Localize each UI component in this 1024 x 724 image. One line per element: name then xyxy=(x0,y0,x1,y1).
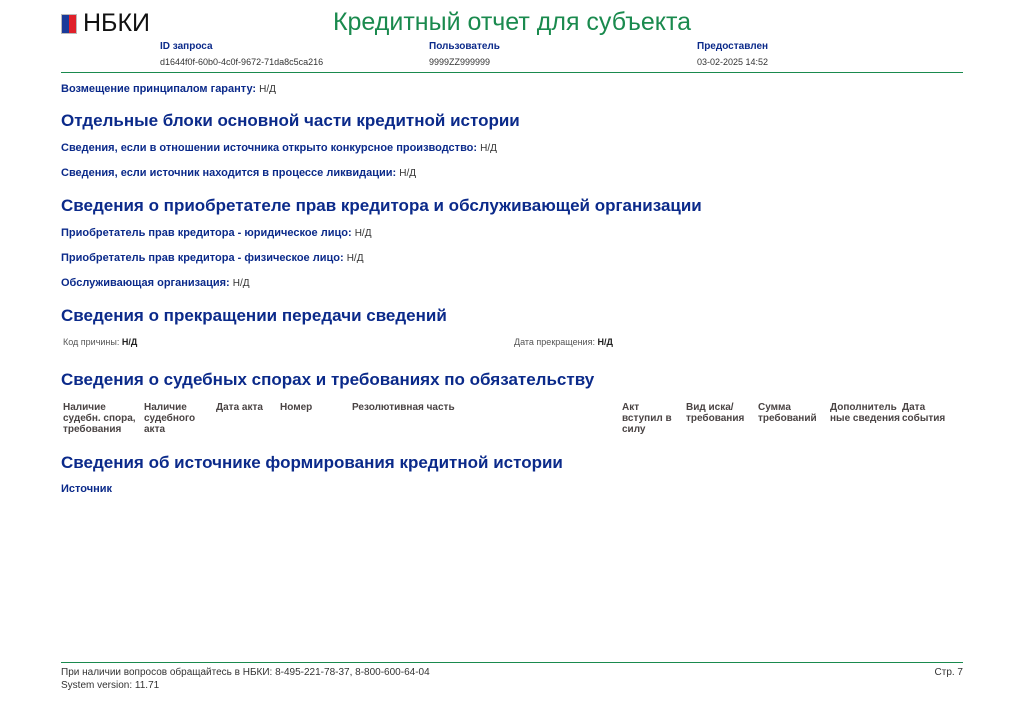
footer-divider xyxy=(61,662,963,663)
source-title: Сведения об источнике формирования креди… xyxy=(61,453,563,472)
page-number: Стр. 7 xyxy=(934,667,963,678)
source-label: Источник xyxy=(61,483,113,495)
court-col-header: Дата акта xyxy=(216,402,263,413)
system-version: System version: 11.71 xyxy=(61,680,160,691)
court-col-header: Сумма требований xyxy=(758,402,817,424)
request-id: d1644f0f-60b0-4c0f-9672-71da8c5ca216 xyxy=(160,57,324,67)
request-id-label: ID запроса xyxy=(160,41,213,52)
reason-field: Код причины: Н/Д xyxy=(63,337,138,347)
court-col-header: Наличие судебного акта xyxy=(144,402,196,435)
page-title: Кредитный отчет для субъекта xyxy=(332,8,692,36)
court-col-header: Дата события xyxy=(902,402,946,424)
provided: 03-02-2025 14:52 xyxy=(697,57,769,67)
provided-label: Предоставлен xyxy=(697,41,769,52)
court-title: Сведения о судебных спорах и требованиях… xyxy=(61,370,595,389)
termination-date-field: Дата прекращения: Н/Д xyxy=(514,337,613,347)
servicer-field: Обслуживающая организация: Н/Д xyxy=(61,277,250,289)
court-col-header: Вид иска/ требования xyxy=(686,402,745,424)
acquirer-legal-field: Приобретатель прав кредитора - юридическ… xyxy=(61,227,372,239)
guarantor-field: Возмещение принципалом гаранту: Н/Д xyxy=(61,83,276,95)
acquirer-person-field: Приобретатель прав кредитора - физическо… xyxy=(61,252,364,264)
court-col-header: Номер xyxy=(280,402,313,413)
header-divider xyxy=(61,72,963,73)
liquidation-field: Сведения, если источник находится в проц… xyxy=(61,167,417,179)
court-col-header: Наличие судебн. спора, требования xyxy=(63,402,136,435)
bankruptcy-field: Сведения, если в отношении источника отк… xyxy=(61,142,497,154)
blocks-title: Отдельные блоки основной части кредитной… xyxy=(61,111,520,130)
termination-title: Сведения о прекращении передачи сведений xyxy=(61,306,447,325)
court-col-header: Дополнитель ные сведения xyxy=(830,402,900,424)
acquirer-title: Сведения о приобретателе прав кредитора … xyxy=(61,196,702,215)
court-col-header: Резолютивная часть xyxy=(352,402,455,413)
court-col-header: Акт вступил в силу xyxy=(622,402,672,435)
user: 9999ZZ999999 xyxy=(429,57,491,67)
user-label: Пользователь xyxy=(429,41,500,52)
footer-contact: При наличии вопросов обращайтесь в НБКИ:… xyxy=(61,667,430,678)
